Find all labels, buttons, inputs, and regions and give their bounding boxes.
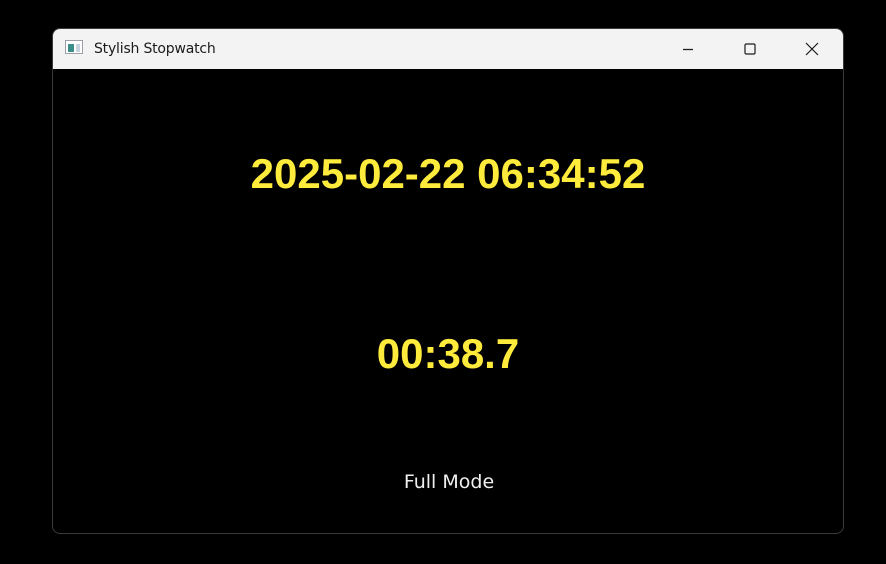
minimize-button[interactable] [658, 29, 718, 69]
full-mode-button[interactable]: Full Mode [389, 465, 509, 497]
elapsed-time: 00:38.7 [376, 330, 520, 377]
window-app-icon [65, 40, 83, 54]
stopwatch-window: Stylish Stopwatch 2025-02-22 06:34:52 00… [52, 28, 844, 534]
current-datetime: 2025-02-22 06:34:52 [250, 150, 646, 197]
title-bar[interactable]: Stylish Stopwatch [53, 29, 843, 69]
maximize-button[interactable] [720, 29, 780, 69]
close-button[interactable] [782, 29, 842, 69]
close-icon [805, 42, 819, 56]
minimize-icon [683, 48, 693, 51]
maximize-icon [744, 43, 756, 55]
window-title: Stylish Stopwatch [94, 41, 216, 57]
